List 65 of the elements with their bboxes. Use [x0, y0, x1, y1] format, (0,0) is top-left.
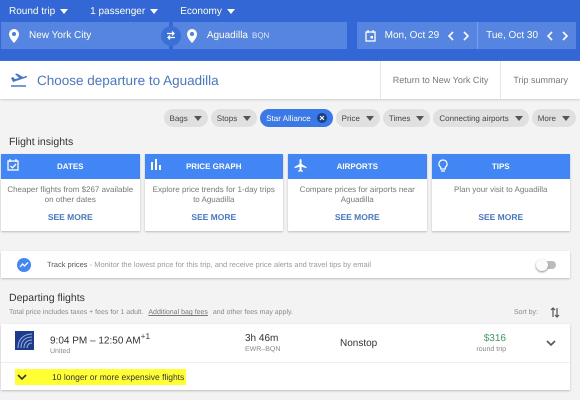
calendar-icon	[7, 159, 19, 171]
section-title: Departing flights	[9, 292, 86, 304]
dropdown-button[interactable]: 1 passenger	[90, 6, 158, 16]
trend-icon	[17, 258, 31, 272]
caret-icon	[60, 8, 68, 14]
filter-chip[interactable]: Bags	[164, 109, 208, 127]
close-icon[interactable]	[316, 113, 327, 123]
card-text: Compare prices for airports near Aguadilla	[298, 184, 416, 206]
step-link[interactable]: Trip summary	[500, 61, 580, 99]
caret-icon	[416, 116, 424, 120]
stops-text: Nonstop	[340, 338, 378, 348]
filter-chip[interactable]: Price	[336, 109, 380, 127]
sort-icon[interactable]	[550, 307, 560, 318]
card-text: Plan your visit to Aguadilla	[453, 184, 548, 196]
airline-logo	[15, 331, 34, 350]
chevron-right-icon[interactable]	[463, 30, 470, 40]
see-more-link[interactable]: SEE MORE	[334, 212, 380, 222]
caret-icon	[243, 116, 252, 120]
price-text: $316	[482, 333, 506, 344]
filter-chip[interactable]: Connecting airports	[433, 109, 529, 127]
caret-icon	[194, 116, 202, 120]
toggle-switch[interactable]	[538, 260, 556, 268]
chevron-down-icon[interactable]	[546, 340, 556, 346]
see-more-link[interactable]: SEE MORE	[478, 212, 524, 222]
card-text: Explore price trends for 1-day trips to Aguadilla	[152, 184, 276, 206]
card-header: PRICE GRAPH	[144, 154, 283, 179]
origin-field[interactable]: New York City	[1, 22, 169, 49]
chevron-left-icon[interactable]	[547, 30, 553, 40]
departure-date-field[interactable]: Mon, Oct 29	[356, 22, 478, 49]
page-title: Choose departure to Aguadilla	[37, 72, 219, 88]
section-title: Flight insights	[8, 135, 74, 150]
caret-icon	[150, 8, 158, 14]
destination-field[interactable]: Aguadilla BQN	[172, 22, 347, 49]
more-flights-button[interactable]: 10 longer or more expensive flights	[15, 368, 186, 384]
dropdown-button[interactable]: Round trip	[9, 6, 68, 16]
card-text: Cheaper flights from $267 available on other dates	[6, 184, 134, 206]
lightbulb-icon	[438, 159, 448, 172]
dropdown-button[interactable]: Economy	[180, 6, 235, 16]
step-link[interactable]: Return to New York City	[380, 61, 500, 99]
airplane-icon	[294, 159, 307, 172]
card-header: TIPS	[432, 154, 570, 179]
chevron-right-icon[interactable]	[562, 30, 568, 40]
chevron-down-icon[interactable]	[17, 374, 27, 380]
calendar-icon	[364, 30, 376, 42]
filter-chip[interactable]: Stops	[210, 109, 258, 127]
bar-chart-icon	[150, 159, 162, 170]
card-header: DATES	[1, 154, 140, 179]
pin-icon	[9, 28, 19, 42]
flight-times: 9:04 PM – 12:50 AM$^{+1}$	[50, 330, 152, 346]
see-more-link[interactable]: SEE MORE	[48, 212, 93, 222]
caret-icon	[514, 116, 523, 120]
pin-icon	[186, 28, 197, 42]
filter-chip[interactable]: More	[532, 109, 576, 127]
flight-duration: 3h 46m	[245, 333, 280, 344]
caret-icon	[366, 116, 374, 120]
filter-chip[interactable]: Times	[382, 109, 430, 127]
return-date-field[interactable]: Tue, Oct 30	[477, 22, 576, 49]
swap-icon	[166, 31, 176, 40]
caret-icon	[562, 116, 570, 120]
chevron-left-icon[interactable]	[448, 30, 454, 40]
filter-chip[interactable]: Star Alliance	[260, 109, 333, 127]
takeoff-icon	[10, 73, 27, 87]
see-more-link[interactable]: SEE MORE	[191, 212, 236, 222]
caret-icon	[226, 8, 235, 14]
card-header: AIRPORTS	[288, 154, 426, 179]
